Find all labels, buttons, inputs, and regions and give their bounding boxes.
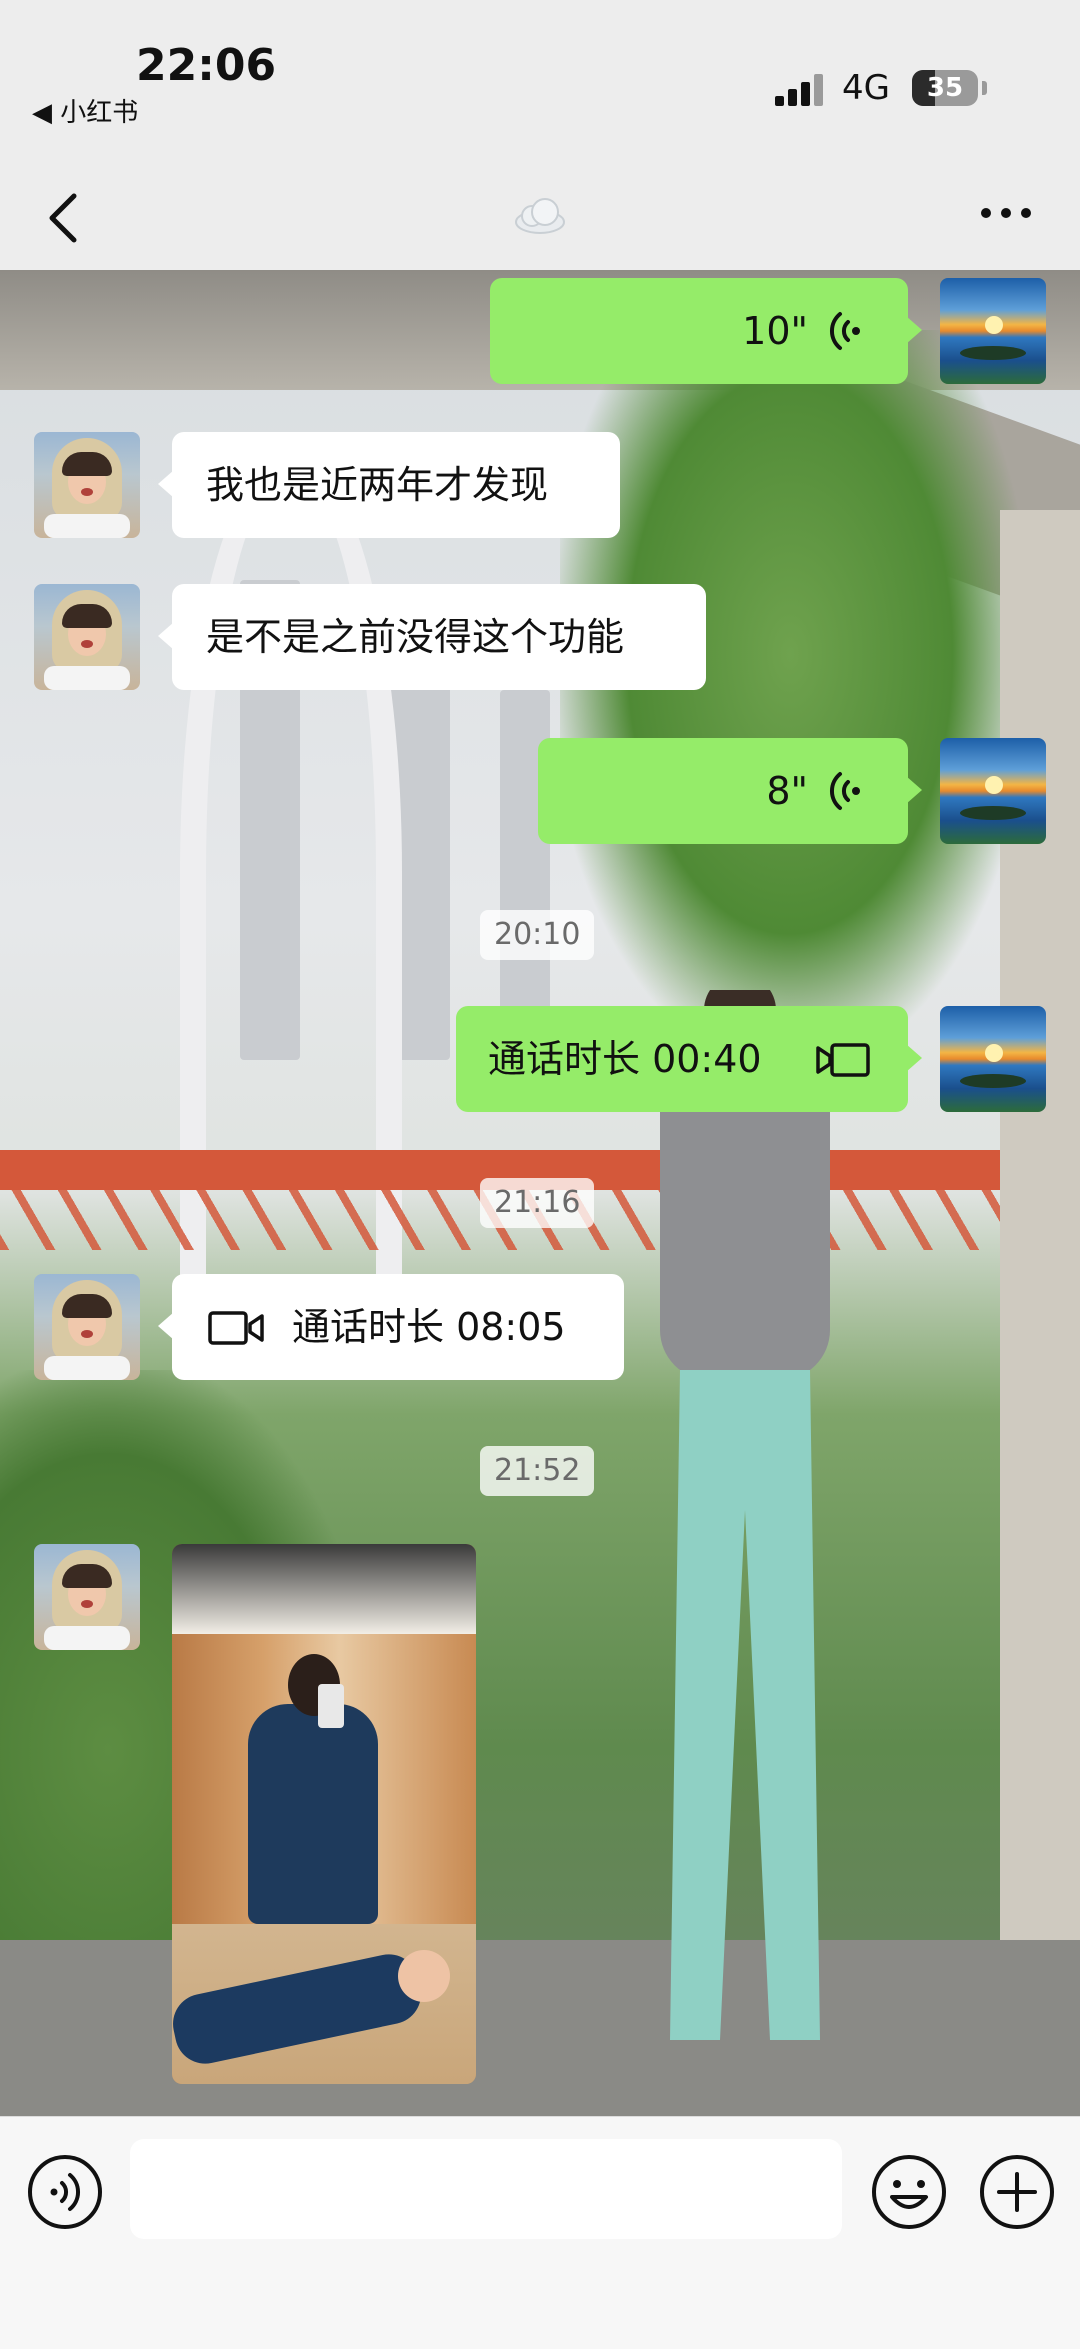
signal-icon xyxy=(775,74,825,106)
timestamp-label: 20:10 xyxy=(480,910,595,960)
text-message-bubble[interactable]: 是不是之前没得这个功能 xyxy=(158,584,706,690)
contact-avatar[interactable] xyxy=(34,1544,140,1650)
status-time: 22:06 xyxy=(136,40,277,91)
call-record-bubble[interactable]: 通话时长 08:05 xyxy=(158,1274,624,1380)
status-bar: 22:06 ◀ 小红书 4G 35 xyxy=(0,0,1080,160)
video-call-icon xyxy=(208,1311,264,1345)
call-record-bubble[interactable]: 通话时长 00:40 xyxy=(456,1006,922,1112)
timestamp-label: 21:16 xyxy=(480,1178,595,1228)
wallpaper-foliage xyxy=(560,330,1020,1050)
battery-icon: 35 xyxy=(912,70,978,106)
contact-avatar[interactable] xyxy=(34,584,140,690)
text-message-bubble[interactable]: 我也是近两年才发现 xyxy=(158,432,620,538)
back-to-app-link[interactable]: ◀ 小红书 xyxy=(32,92,138,129)
contact-avatar[interactable] xyxy=(34,1274,140,1380)
voice-wave-icon xyxy=(829,312,860,350)
chat-header xyxy=(0,160,1080,270)
chevron-left-icon[interactable] xyxy=(40,188,92,248)
my-avatar[interactable] xyxy=(940,738,1046,844)
battery-cap xyxy=(982,81,987,95)
wallpaper-person xyxy=(660,990,830,2040)
voice-message-bubble[interactable]: 8" xyxy=(538,738,922,844)
emoji-icon[interactable] xyxy=(870,2153,948,2231)
video-call-icon xyxy=(816,1043,870,1077)
battery-percent: 35 xyxy=(926,73,964,103)
chat-input-bar xyxy=(0,2116,1080,2349)
wallpaper-ground xyxy=(0,1940,1080,2116)
plus-icon[interactable] xyxy=(978,2153,1056,2231)
cloud-icon xyxy=(515,198,565,234)
network-type: 4G xyxy=(842,68,890,108)
voice-message-bubble[interactable]: 10" xyxy=(490,278,922,384)
my-avatar[interactable] xyxy=(940,278,1046,384)
image-message[interactable] xyxy=(172,1544,476,2084)
chat-message-list[interactable]: 10" 我也是近两年才发现 是不是之前没得这个功能 8" 20:10 通话时长 … xyxy=(0,270,1080,2116)
message-input[interactable] xyxy=(130,2139,842,2239)
voice-wave-icon xyxy=(829,772,860,810)
message-text: 我也是近两年才发现 xyxy=(206,463,549,507)
call-duration-text: 通话时长 08:05 xyxy=(292,1305,566,1349)
call-duration-text: 通话时长 00:40 xyxy=(488,1037,762,1081)
more-dots-icon[interactable] xyxy=(976,198,1036,228)
voice-input-icon[interactable] xyxy=(26,2153,104,2231)
message-text: 是不是之前没得这个功能 xyxy=(206,615,625,659)
timestamp-label: 21:52 xyxy=(480,1446,595,1496)
voice-duration: 8" xyxy=(766,769,808,813)
my-avatar[interactable] xyxy=(940,1006,1046,1112)
contact-avatar[interactable] xyxy=(34,432,140,538)
voice-duration: 10" xyxy=(742,309,808,353)
